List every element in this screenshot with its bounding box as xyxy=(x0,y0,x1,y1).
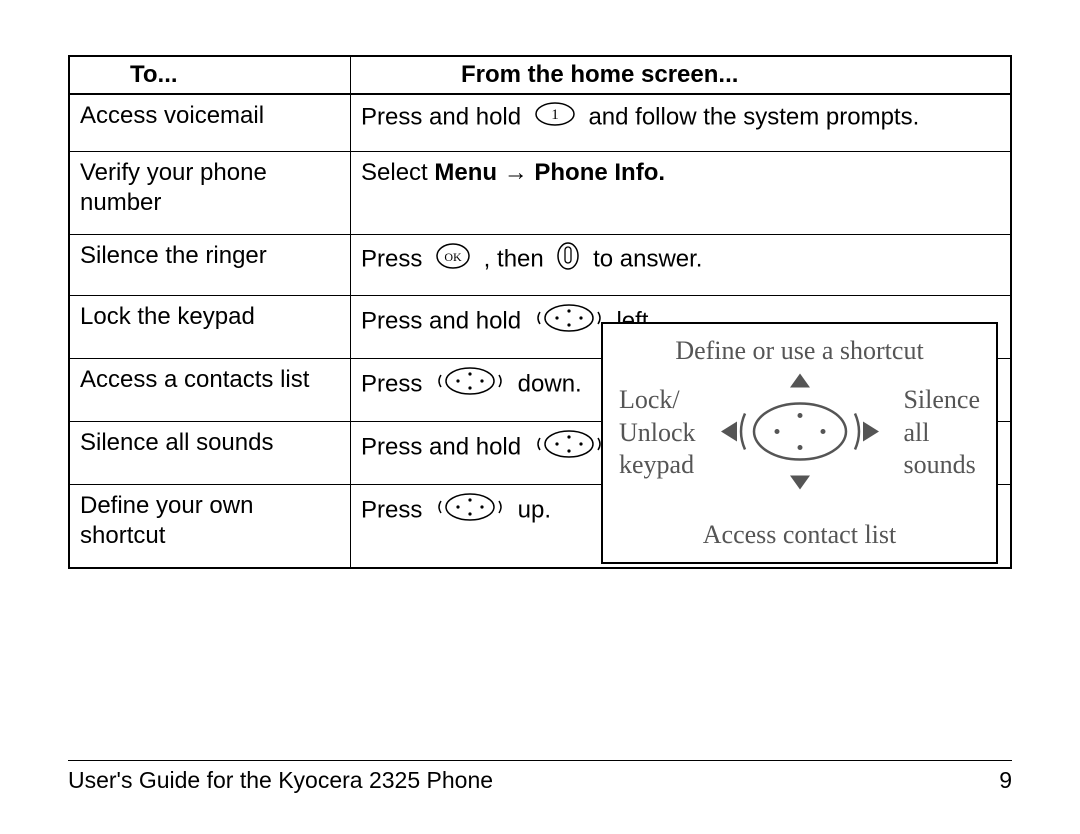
action-text: , then xyxy=(477,245,550,272)
nav-key-icon xyxy=(534,428,604,468)
row-action: Press and hold 1 and follow the system p… xyxy=(351,94,1012,152)
inset-right-label: Silenceallsounds xyxy=(903,384,980,482)
row-action: Press OK , then to answer. xyxy=(351,235,1012,296)
row-to: Define your own shortcut xyxy=(69,485,351,569)
page-footer: User's Guide for the Kyocera 2325 Phone … xyxy=(68,760,1012,794)
table-row: Access voicemailPress and hold 1 and fol… xyxy=(69,94,1011,152)
row-action: Select Menu → Phone Info. xyxy=(351,152,1012,235)
row-to: Verify your phone number xyxy=(69,152,351,235)
action-text: to answer. xyxy=(586,245,702,272)
inset-top-label: Define or use a shortcut xyxy=(603,336,996,366)
row-to: Lock the keypad xyxy=(69,296,351,359)
action-text: Press xyxy=(361,496,429,523)
phone-key-icon xyxy=(556,241,580,279)
nav-key-large-icon xyxy=(715,372,885,497)
row-to: Access a contacts list xyxy=(69,359,351,422)
row-to: Silence the ringer xyxy=(69,235,351,296)
action-text: and follow the system prompts. xyxy=(582,103,919,130)
ok-key-icon: OK xyxy=(435,242,471,278)
inset-bottom-label: Access contact list xyxy=(603,520,996,550)
one-key-icon: 1 xyxy=(534,101,576,135)
table-row: Silence the ringerPress OK , then to ans… xyxy=(69,235,1011,296)
action-text: Select xyxy=(361,159,434,186)
action-text: down. xyxy=(511,370,582,397)
action-text: Press xyxy=(361,370,429,397)
nav-key-diagram: Define or use a shortcut Lock/Unlockkeyp… xyxy=(601,322,998,564)
nav-key-icon xyxy=(534,302,604,342)
row-to: Silence all sounds xyxy=(69,422,351,485)
action-text: up. xyxy=(511,496,551,523)
table-row: Verify your phone numberSelect Menu → Ph… xyxy=(69,152,1011,235)
row-to: Access voicemail xyxy=(69,94,351,152)
inset-left-label: Lock/Unlockkeypad xyxy=(619,384,696,482)
footer-page: 9 xyxy=(999,767,1012,794)
action-text: Press and hold xyxy=(361,307,528,334)
action-text: Press and hold xyxy=(361,103,528,130)
action-text: Press xyxy=(361,245,429,272)
footer-title: User's Guide for the Kyocera 2325 Phone xyxy=(68,767,493,794)
nav-key-icon xyxy=(435,365,505,405)
action-bold-text: Menu → Phone Info. xyxy=(434,159,665,186)
svg-text:OK: OK xyxy=(444,250,462,264)
header-from: From the home screen... xyxy=(351,56,1012,94)
nav-key-icon xyxy=(435,491,505,531)
svg-text:1: 1 xyxy=(551,107,559,123)
action-text: Press and hold xyxy=(361,433,528,460)
header-to: To... xyxy=(69,56,351,94)
